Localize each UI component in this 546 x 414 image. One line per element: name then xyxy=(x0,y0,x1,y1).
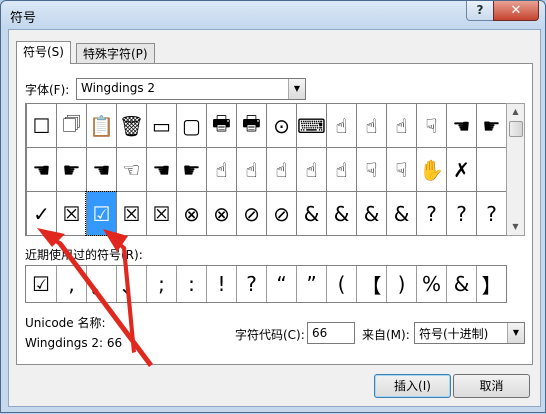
recent-symbols: ☑,。、;:!? “”(【)% &】 xyxy=(25,265,507,303)
font-value: Wingdings 2 xyxy=(81,81,156,95)
symbol-cell[interactable]: ☟ xyxy=(356,148,386,191)
tab-special-label: 特殊字符(P) xyxy=(83,47,148,61)
symbol-cell[interactable]: & xyxy=(356,192,386,235)
chevron-down-icon[interactable]: ▼ xyxy=(507,323,524,343)
symbol-cell[interactable]: 🖶 xyxy=(236,104,266,147)
symbol-cell[interactable]: ☟ xyxy=(416,104,446,147)
recent-symbol-cell[interactable]: ” xyxy=(296,266,326,302)
from-label: 来自(M): xyxy=(362,328,410,342)
symbol-cell[interactable]: ☒ xyxy=(146,192,176,235)
symbol-cell[interactable]: ☒ xyxy=(116,192,146,235)
symbol-cell[interactable]: & xyxy=(386,192,416,235)
recent-symbol-cell[interactable]: 】 xyxy=(476,266,506,302)
char-code-value: 66 xyxy=(312,326,328,340)
recent-symbol-cell[interactable]: , xyxy=(56,266,86,302)
from-value: 符号(十进制) xyxy=(419,327,489,341)
scroll-up-icon[interactable]: ▲ xyxy=(507,104,524,120)
recent-label: 近期使用过的符号(R): xyxy=(25,248,143,262)
font-select[interactable]: Wingdings 2 ▼ xyxy=(76,78,306,100)
recent-symbol-cell[interactable]: ! xyxy=(206,266,236,302)
symbol-cell[interactable]: ⊗ xyxy=(176,192,206,235)
recent-symbol-cell[interactable]: 、 xyxy=(116,266,146,302)
symbol-cell[interactable]: ▭ xyxy=(146,104,176,147)
recent-symbol-cell[interactable]: & xyxy=(446,266,476,302)
recent-symbol-cell[interactable]: ☑ xyxy=(26,266,56,302)
symbol-cell[interactable]: ☚ xyxy=(26,148,56,191)
symbol-cell[interactable]: ☝ xyxy=(296,148,326,191)
symbol-cell[interactable]: ▢ xyxy=(176,104,206,147)
symbol-cell[interactable]: ✋ xyxy=(416,148,446,191)
font-label: 字体(F): xyxy=(25,83,70,97)
title-bar: 符号 ? ✕ xyxy=(1,1,545,29)
recent-symbol-cell[interactable]: ) xyxy=(386,266,416,302)
symbol-grid-scrollbar[interactable]: ▲ ▼ xyxy=(506,103,525,236)
symbol-cell[interactable]: ☝ xyxy=(266,148,296,191)
symbol-cell[interactable]: ⊙ xyxy=(266,104,296,147)
recent-symbol-cell[interactable]: ? xyxy=(236,266,266,302)
recent-symbol-cell[interactable]: ( xyxy=(326,266,356,302)
tab-symbols-label: 符号(S) xyxy=(23,45,64,59)
unicode-name-label: Unicode 名称: xyxy=(25,316,106,330)
symbol-cell[interactable]: 🖶 xyxy=(206,104,236,147)
symbol-cell[interactable]: ☟ xyxy=(386,148,416,191)
chevron-down-icon[interactable]: ▼ xyxy=(288,79,305,99)
symbol-cell[interactable]: ⊗ xyxy=(206,192,236,235)
symbol-dialog: 符号 ? ✕ 符号(S) 特殊字符(P) 字体(F): Wingdings 2 … xyxy=(0,0,546,413)
scroll-down-icon[interactable]: ▼ xyxy=(507,219,524,235)
scroll-thumb[interactable] xyxy=(509,121,523,137)
symbol-cell[interactable]: ? xyxy=(446,192,476,235)
recent-symbol-cell[interactable]: % xyxy=(416,266,446,302)
symbol-cell[interactable]: ? xyxy=(476,192,506,235)
char-code-label: 字符代码(C): xyxy=(235,328,305,342)
symbol-cell[interactable] xyxy=(476,148,506,191)
symbol-cell[interactable]: ☝ xyxy=(326,104,356,147)
symbol-cell[interactable]: & xyxy=(296,192,326,235)
symbol-cell[interactable]: ☚ xyxy=(86,148,116,191)
symbol-cell[interactable]: ☒ xyxy=(56,192,86,235)
recent-symbol-cell[interactable]: 【 xyxy=(356,266,386,302)
recent-symbol-cell[interactable]: 。 xyxy=(86,266,116,302)
recent-symbol-cell[interactable]: “ xyxy=(266,266,296,302)
insert-button[interactable]: 插入(I) xyxy=(374,374,451,398)
symbol-cell[interactable]: ☝ xyxy=(356,104,386,147)
symbol-cell[interactable]: ☝ xyxy=(386,104,416,147)
tab-symbols[interactable]: 符号(S) xyxy=(16,41,71,64)
symbol-cell[interactable]: ☚ xyxy=(146,148,176,191)
symbol-cell[interactable]: ✓ xyxy=(26,192,56,235)
symbol-cell[interactable]: ☛ xyxy=(476,104,506,147)
symbol-cell[interactable]: ☛ xyxy=(176,148,206,191)
tab-special-characters[interactable]: 特殊字符(P) xyxy=(76,43,155,64)
symbol-cell[interactable]: ⌨ xyxy=(296,104,326,147)
dialog-body: 符号(S) 特殊字符(P) 字体(F): Wingdings 2 ▼ ☐ 🗇 📋 🗑 ▭… xyxy=(8,29,541,407)
close-button[interactable]: ✕ xyxy=(493,1,539,21)
symbol-cell[interactable]: ⊘ xyxy=(266,192,296,235)
symbol-cell[interactable]: ✗ xyxy=(446,148,476,191)
symbol-cell[interactable]: ? xyxy=(416,192,446,235)
symbol-cell[interactable]: 🗑 xyxy=(116,104,146,147)
symbol-cell[interactable]: ☐ xyxy=(26,104,56,147)
symbol-cell[interactable]: & xyxy=(326,192,356,235)
symbol-cell[interactable]: ☜ xyxy=(116,148,146,191)
dialog-title: 符号 xyxy=(10,11,37,26)
help-button[interactable]: ? xyxy=(466,1,494,21)
symbol-cell[interactable]: ☝ xyxy=(236,148,266,191)
recent-symbol-cell[interactable]: : xyxy=(176,266,206,302)
unicode-name-value: Wingdings 2: 66 xyxy=(25,336,123,350)
symbol-cell[interactable]: ☝ xyxy=(206,148,236,191)
symbol-cell[interactable]: ☑ xyxy=(85,191,117,236)
char-code-input[interactable]: 66 xyxy=(307,322,355,344)
symbol-cell[interactable]: ☚ xyxy=(446,104,476,147)
symbol-cell[interactable]: ☝ xyxy=(326,148,356,191)
symbol-cell[interactable]: 🗇 xyxy=(56,104,86,147)
from-select[interactable]: 符号(十进制) ▼ xyxy=(414,322,525,344)
symbol-cell[interactable]: 📋 xyxy=(86,104,116,147)
symbol-grid: ☐ 🗇 📋 🗑 ▭ ▢ 🖶 🖶 ⊙ ⌨ ☝ ☝ ☝ ☟ ☚ ☛ ☚ ☛ ☚ ☜ ☚ ☛ ☝ ☝ ☝ ☝ ☝ ☟ ☟ ✋ ✗ ✓ ☒ ☑ ☒ ☒ ⊗ ⊗ ⊘ ⊘… xyxy=(25,103,507,236)
symbol-cell[interactable]: ⊘ xyxy=(236,192,266,235)
symbol-cell[interactable]: ☛ xyxy=(56,148,86,191)
cancel-button[interactable]: 取消 xyxy=(453,374,530,398)
recent-symbol-cell[interactable]: ; xyxy=(146,266,176,302)
